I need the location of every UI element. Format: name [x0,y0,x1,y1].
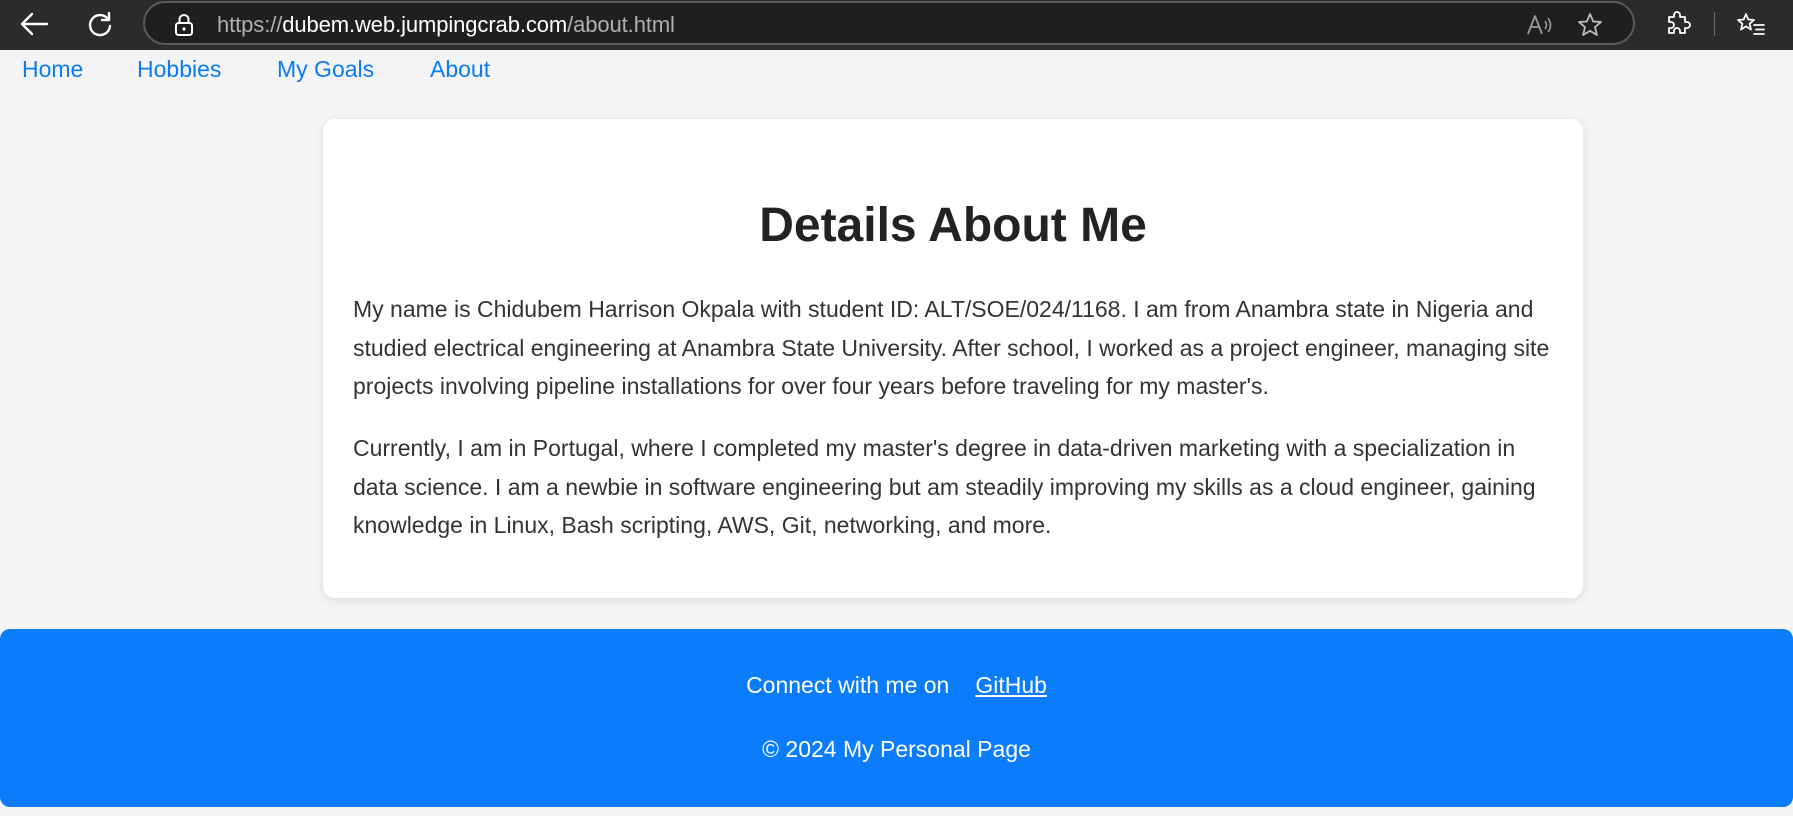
url-scheme: https:// [217,12,283,37]
read-aloud-icon[interactable] [1525,11,1553,39]
url-path: /about.html [567,12,675,37]
extensions-icon[interactable] [1658,4,1698,44]
github-link[interactable]: GitHub [975,672,1047,698]
url-host: dubem.web.jumpingcrab.com [282,12,568,37]
refresh-icon[interactable] [80,4,120,44]
connect-line: Connect with me on GitHub [0,672,1793,699]
nav-link-hobbies[interactable]: Hobbies [137,56,221,83]
copyright-text: © 2024 My Personal Page [762,736,1031,762]
about-paragraph-1: My name is Chidubem Harrison Okpala with… [353,296,1550,399]
site-footer: Connect with me on GitHub © 2024 My Perso… [0,629,1793,807]
toolbar-divider [1714,12,1715,36]
nav-link-my-goals[interactable]: My Goals [277,56,374,83]
lock-icon[interactable] [170,11,198,39]
about-paragraph-2: Currently, I am in Portugal, where I com… [353,435,1536,538]
url-text[interactable]: https://dubem.web.jumpingcrab.com/about.… [217,12,675,38]
connect-text: Connect with me on [746,672,950,698]
back-arrow-icon[interactable] [14,4,54,44]
about-card: Details About Me My name is Chidubem Har… [323,119,1583,598]
nav-link-home[interactable]: Home [22,56,83,83]
favorite-star-icon[interactable] [1576,11,1604,39]
browser-toolbar: https://dubem.web.jumpingcrab.com/about.… [0,0,1793,50]
favorites-icon[interactable] [1731,4,1771,44]
page-title: Details About Me [759,199,1147,252]
nav-link-about[interactable]: About [430,56,490,83]
address-bar[interactable]: https://dubem.web.jumpingcrab.com/about.… [143,1,1635,45]
